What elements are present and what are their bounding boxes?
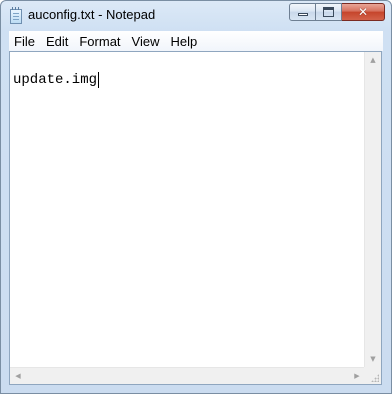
editor-frame: update.img ▲ ▼ ◀ ▶ xyxy=(9,51,382,385)
vertical-scrollbar[interactable]: ▲ ▼ xyxy=(364,52,381,367)
notepad-icon[interactable] xyxy=(10,7,22,24)
scroll-up-icon[interactable]: ▲ xyxy=(365,52,381,68)
menu-bar: File Edit Format View Help xyxy=(9,31,383,51)
maximize-button[interactable] xyxy=(316,3,342,21)
menu-edit[interactable]: Edit xyxy=(41,34,74,49)
notepad-window: auconfig.txt - Notepad ✕ File Edit Forma… xyxy=(0,0,392,394)
minimize-button[interactable] xyxy=(289,3,316,21)
close-icon: ✕ xyxy=(357,5,369,19)
scroll-left-icon[interactable]: ◀ xyxy=(10,368,26,384)
caption-buttons: ✕ xyxy=(289,3,385,22)
size-grip[interactable] xyxy=(364,367,381,384)
minimize-icon xyxy=(298,13,308,16)
scroll-down-icon[interactable]: ▼ xyxy=(365,351,381,367)
close-button[interactable]: ✕ xyxy=(342,3,385,21)
text-line: update.img xyxy=(13,72,100,88)
text-caret xyxy=(98,72,100,88)
title-bar[interactable]: auconfig.txt - Notepad ✕ xyxy=(1,1,391,31)
window-title: auconfig.txt - Notepad xyxy=(28,7,156,22)
horizontal-scrollbar[interactable]: ◀ ▶ xyxy=(10,367,365,384)
maximize-icon xyxy=(323,7,334,17)
menu-help[interactable]: Help xyxy=(165,34,203,49)
menu-file[interactable]: File xyxy=(9,34,41,49)
menu-view[interactable]: View xyxy=(127,34,166,49)
menu-format[interactable]: Format xyxy=(74,34,126,49)
size-grip-icon xyxy=(371,374,379,382)
text-editor[interactable]: update.img xyxy=(10,52,365,367)
scroll-right-icon[interactable]: ▶ xyxy=(349,368,365,384)
editor-text: update.img xyxy=(13,72,98,88)
